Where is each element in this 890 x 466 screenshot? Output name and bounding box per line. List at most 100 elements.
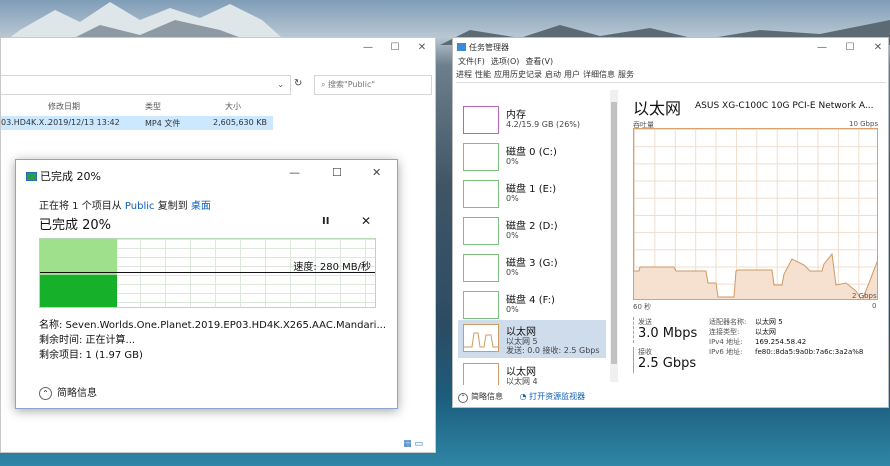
copy-description: 正在将 1 个项目从 Public 复制到 桌面 bbox=[39, 197, 211, 212]
tab-startup[interactable]: 启动 bbox=[545, 70, 561, 79]
receive-indicator bbox=[633, 347, 634, 373]
detail-key: 连接类型: bbox=[709, 328, 740, 336]
copy-icon bbox=[26, 172, 37, 181]
sidebar-item-label: 磁盘 3 (G:) bbox=[506, 258, 558, 269]
column-type[interactable]: 类型 bbox=[145, 101, 161, 112]
sidebar-item-sub: 4.2/15.9 GB (26%) bbox=[506, 120, 581, 129]
tab-processes[interactable]: 进程 bbox=[456, 70, 472, 79]
chart-time-label: 60 秒 bbox=[633, 303, 652, 311]
sidebar-item-disk-0[interactable]: 磁盘 0 (C:) 0% bbox=[458, 140, 606, 175]
sidebar-item-disk-3[interactable]: 磁盘 3 (G:) 0% bbox=[458, 251, 606, 286]
sidebar-item-disk-4[interactable]: 磁盘 4 (F:) 0% bbox=[458, 288, 606, 323]
copy-details: 名称: Seven.Worlds.One.Planet.2019.EP03.HD… bbox=[39, 318, 389, 363]
taskmgr-footer: ⌃ 简略信息 ◔ 打开资源监视器 bbox=[458, 391, 585, 403]
detail-row: 适配器名称: 以太网 5 bbox=[709, 317, 863, 327]
disk-thumbnail bbox=[463, 217, 499, 245]
sidebar-item-sub: 0% bbox=[506, 157, 519, 166]
copy-desc-prefix: 正在将 1 个项目从 bbox=[39, 201, 125, 212]
task-manager-icon bbox=[457, 43, 466, 51]
source-link[interactable]: Public bbox=[125, 201, 155, 212]
minimize-icon[interactable]: — bbox=[361, 41, 375, 55]
copy-progress-dialog: 已完成 20% — ☐ ✕ 正在将 1 个项目从 Public 复制到 桌面 已… bbox=[15, 159, 398, 409]
sidebar-item-disk-1[interactable]: 磁盘 1 (E:) 0% bbox=[458, 177, 606, 212]
fewer-details-label: 简略信息 bbox=[57, 388, 97, 399]
pause-button[interactable]: II bbox=[322, 216, 329, 227]
tab-users[interactable]: 用户 bbox=[564, 70, 580, 79]
taskmgr-titlebar: 任务管理器 bbox=[457, 42, 509, 53]
chevron-up-icon: ⌃ bbox=[458, 393, 468, 403]
table-row[interactable]: 03.HD4K.X... 2019/12/13 13:42 MP4 文件 2,6… bbox=[1, 116, 273, 130]
sidebar-scrollbar[interactable] bbox=[610, 90, 618, 382]
receive-value: 2.5 Gbps bbox=[638, 356, 697, 371]
dialog-title: 已完成 20% bbox=[26, 168, 101, 184]
close-icon[interactable]: ✕ bbox=[372, 166, 381, 179]
sidebar-item-sub: 0% bbox=[506, 231, 519, 240]
destination-link[interactable]: 桌面 bbox=[191, 201, 211, 212]
file-list-header: 修改日期 类型 大小 bbox=[1, 98, 281, 114]
open-resource-monitor-link[interactable]: ◔ 打开资源监视器 bbox=[520, 392, 586, 401]
detail-value: 以太网 5 bbox=[755, 318, 783, 326]
refresh-icon[interactable]: ↻ bbox=[294, 78, 302, 89]
sidebar-item-label: 以太网 bbox=[506, 327, 536, 338]
performance-sidebar: 内存 4.2/15.9 GB (26%) 磁盘 0 (C:) 0% 磁盘 1 (… bbox=[458, 89, 610, 385]
copy-desc-mid: 复制到 bbox=[154, 201, 191, 212]
chart-zero-label: 0 bbox=[872, 302, 877, 310]
close-icon[interactable]: ✕ bbox=[415, 41, 429, 55]
items-left-line: 剩余项目: 1 (1.97 GB) bbox=[39, 350, 143, 361]
send-indicator bbox=[633, 317, 634, 343]
adapter-details: 适配器名称: 以太网 5 连接类型: 以太网 IPv4 地址: 169.254.58.… bbox=[709, 317, 863, 357]
time-left-line: 剩余时间: 正在计算... bbox=[39, 335, 136, 346]
fewer-details-button[interactable]: ⌃ 简略信息 bbox=[39, 384, 97, 400]
detail-row: IPv4 地址: 169.254.58.42 bbox=[709, 337, 863, 347]
sidebar-item-label: 磁盘 0 (C:) bbox=[506, 147, 557, 158]
menu-view[interactable]: 查看(V) bbox=[525, 57, 553, 66]
sidebar-item-sub-name: 以太网 5 bbox=[506, 337, 538, 346]
cancel-button[interactable]: ✕ bbox=[361, 214, 371, 228]
view-toggle-icon[interactable]: ▦ ▭ bbox=[403, 439, 423, 449]
file-name-line: 名称: Seven.Worlds.One.Planet.2019.EP03.HD… bbox=[39, 320, 387, 331]
menu-options[interactable]: 选项(O) bbox=[491, 57, 520, 66]
scrollbar-thumb[interactable] bbox=[611, 102, 617, 364]
taskmgr-title: 任务管理器 bbox=[469, 43, 509, 52]
send-value: 3.0 Mbps bbox=[638, 326, 698, 341]
fewer-details-label: 简略信息 bbox=[471, 392, 503, 401]
tab-app-history[interactable]: 应用历史记录 bbox=[494, 70, 542, 79]
minimize-icon[interactable]: — bbox=[815, 41, 829, 55]
throughput-max-label: 10 Gbps bbox=[849, 120, 879, 128]
tab-services[interactable]: 服务 bbox=[618, 70, 634, 79]
maximize-icon[interactable]: ☐ bbox=[843, 41, 857, 55]
sidebar-item-sub: 0% bbox=[506, 268, 519, 277]
transfer-speed-graph: 速度: 280 MB/秒 bbox=[39, 238, 376, 308]
sidebar-item-disk-2[interactable]: 磁盘 2 (D:) 0% bbox=[458, 214, 606, 249]
menu-bar: 文件(F) 选项(O) 查看(V) bbox=[458, 56, 559, 67]
sidebar-item-ethernet-4[interactable]: 以太网 以太网 4 bbox=[458, 360, 606, 385]
file-size: 2,605,630 KB bbox=[213, 118, 267, 127]
fewer-details-button[interactable]: ⌃ 简略信息 bbox=[458, 392, 503, 403]
column-date[interactable]: 修改日期 bbox=[48, 101, 80, 112]
close-icon[interactable]: ✕ bbox=[871, 41, 885, 55]
chevron-down-icon[interactable]: ⌄ bbox=[277, 80, 284, 89]
disk-thumbnail bbox=[463, 180, 499, 208]
sidebar-item-memory[interactable]: 内存 4.2/15.9 GB (26%) bbox=[458, 103, 606, 138]
maximize-icon[interactable]: ☐ bbox=[388, 41, 402, 55]
tab-performance[interactable]: 性能 bbox=[475, 70, 491, 79]
explorer-titlebar: — ☐ ✕ bbox=[1, 38, 435, 60]
menu-file[interactable]: 文件(F) bbox=[458, 57, 485, 66]
tab-details[interactable]: 详细信息 bbox=[583, 70, 615, 79]
sidebar-item-label: 以太网 bbox=[506, 367, 536, 378]
disk-thumbnail bbox=[463, 291, 499, 319]
address-bar[interactable]: ⌄ bbox=[1, 75, 291, 95]
detail-row: IPv6 地址: fe80::8da5:9a0b:7a6c:3a2a%8 bbox=[709, 347, 863, 357]
sidebar-item-label: 内存 bbox=[506, 110, 526, 121]
throughput-graph bbox=[634, 252, 877, 299]
minimize-icon[interactable]: — bbox=[289, 166, 300, 179]
sidebar-item-ethernet-5[interactable]: 以太网 以太网 5 发送: 0.0 接收: 2.5 Gbps bbox=[458, 320, 606, 358]
progress-fill-light bbox=[40, 239, 117, 275]
search-input[interactable]: ⌕ 搜索"Public" bbox=[314, 75, 432, 95]
maximize-icon[interactable]: ☐ bbox=[332, 166, 342, 179]
sidebar-item-label: 磁盘 4 (F:) bbox=[506, 295, 555, 306]
disk-thumbnail bbox=[463, 254, 499, 282]
column-size[interactable]: 大小 bbox=[225, 101, 241, 112]
task-manager-window: 任务管理器 — ☐ ✕ 文件(F) 选项(O) 查看(V) 进程 性能 应用历史记录 启动… bbox=[452, 37, 889, 408]
ethernet-thumbnail bbox=[463, 324, 499, 352]
